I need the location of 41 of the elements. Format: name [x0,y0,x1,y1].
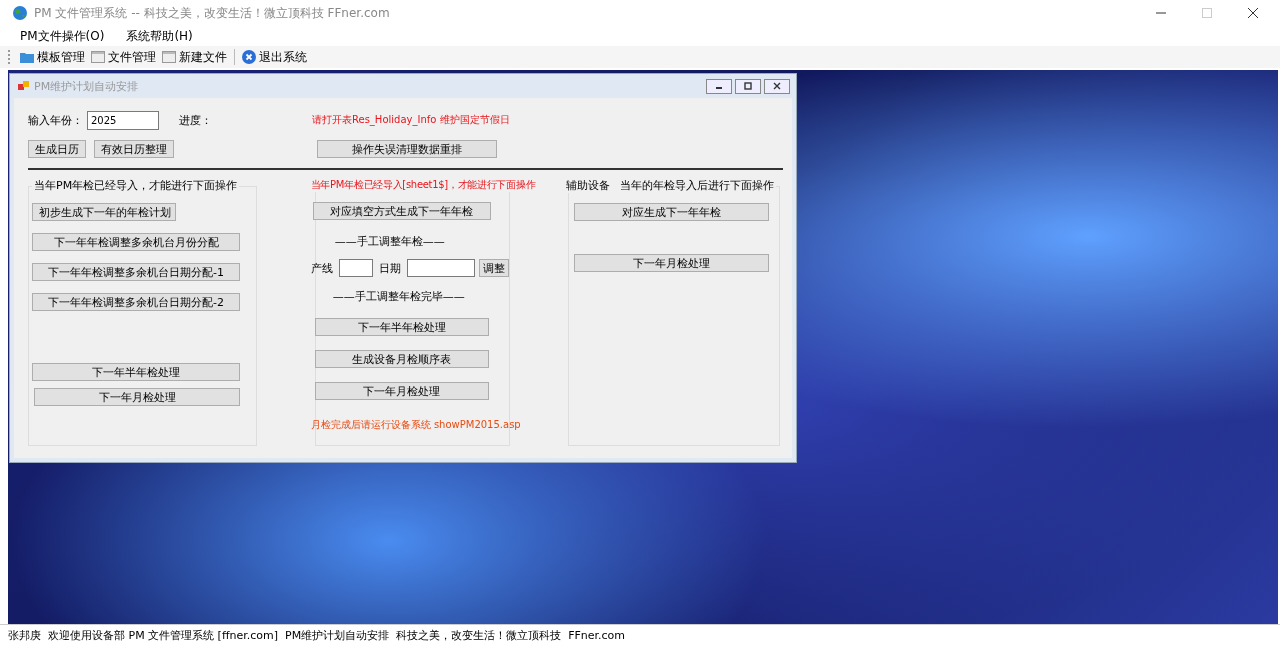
action-button[interactable]: 下一年半年检处理 [32,363,240,381]
group-title: 当年PM年检已经导入，才能进行下面操作 [32,178,240,193]
status-text: 科技之美，改变生活！微立顶科技 [396,627,562,643]
toolbar-button[interactable]: 文件管理 [89,48,158,66]
toolbar-button[interactable]: 新建文件 [160,48,229,66]
dialog-title: PM维护计划自动安排 [34,78,139,94]
toolbar-button[interactable]: 模板管理 [18,48,87,66]
action-button[interactable]: 下一年月检处理 [34,388,240,406]
action-button[interactable]: 生成设备月检顺序表 [314,350,489,368]
status-text: FFner.com [568,628,626,642]
line-label: 产线 [310,260,333,276]
status-text: 欢迎使用设备部 PM 文件管理系统 [ffner.com] [48,627,279,643]
action-button[interactable]: 对应生成下一年年检 [573,203,769,221]
toolbar-button[interactable]: 退出系统 [240,48,309,66]
section-label: ——手工调整年检—— [334,234,445,249]
status-text: PM维护计划自动安排 [285,627,390,643]
menu-item[interactable]: PM文件操作(O) [20,27,105,45]
menu-item[interactable]: 系统帮助(H) [126,27,193,45]
action-button[interactable]: 初步生成下一年的年检计划 [32,203,176,221]
progress-label: 进度： [179,112,212,128]
calendar-button[interactable]: 有效日历整理 [94,140,174,158]
notice-text: 请打开表Res_Holiday_Info 维护国定节假日 [312,113,510,127]
adjust-button[interactable]: 调整 [478,259,509,277]
action-button[interactable]: 对应填空方式生成下一年年检 [312,202,491,220]
date-label: 日期 [378,260,401,276]
status-text: 张邦庚 [8,627,41,643]
action-button[interactable]: 下一年月检处理 [573,254,769,272]
cleanup-button[interactable]: 操作失误清理数据重排 [317,140,497,158]
year-label: 输入年份： [28,112,83,128]
group-subtitle: 当年的年检导入后进行下面操作 [619,178,774,193]
action-button[interactable]: 下一年年检调整多余机台月份分配 [32,233,240,251]
action-button[interactable]: 下一年半年检处理 [314,318,489,336]
calendar-button[interactable]: 生成日历 [28,140,86,158]
year-input[interactable]: 2025 [87,110,159,130]
action-button[interactable]: 下一年月检处理 [314,382,489,400]
action-button[interactable]: 下一年年检调整多余机台日期分配-2 [32,293,240,311]
group-title: 辅助设备 [565,178,610,193]
action-button[interactable]: 下一年年检调整多余机台日期分配-1 [32,263,240,281]
section-label: ——手工调整年检完毕—— [332,289,465,304]
window-title: PM 文件管理系统 -- 科技之美，改变生活！微立顶科技 FFner.com [34,4,390,22]
hint-text: 月检完成后请运行设备系统 showPM2015.asp [310,418,521,432]
